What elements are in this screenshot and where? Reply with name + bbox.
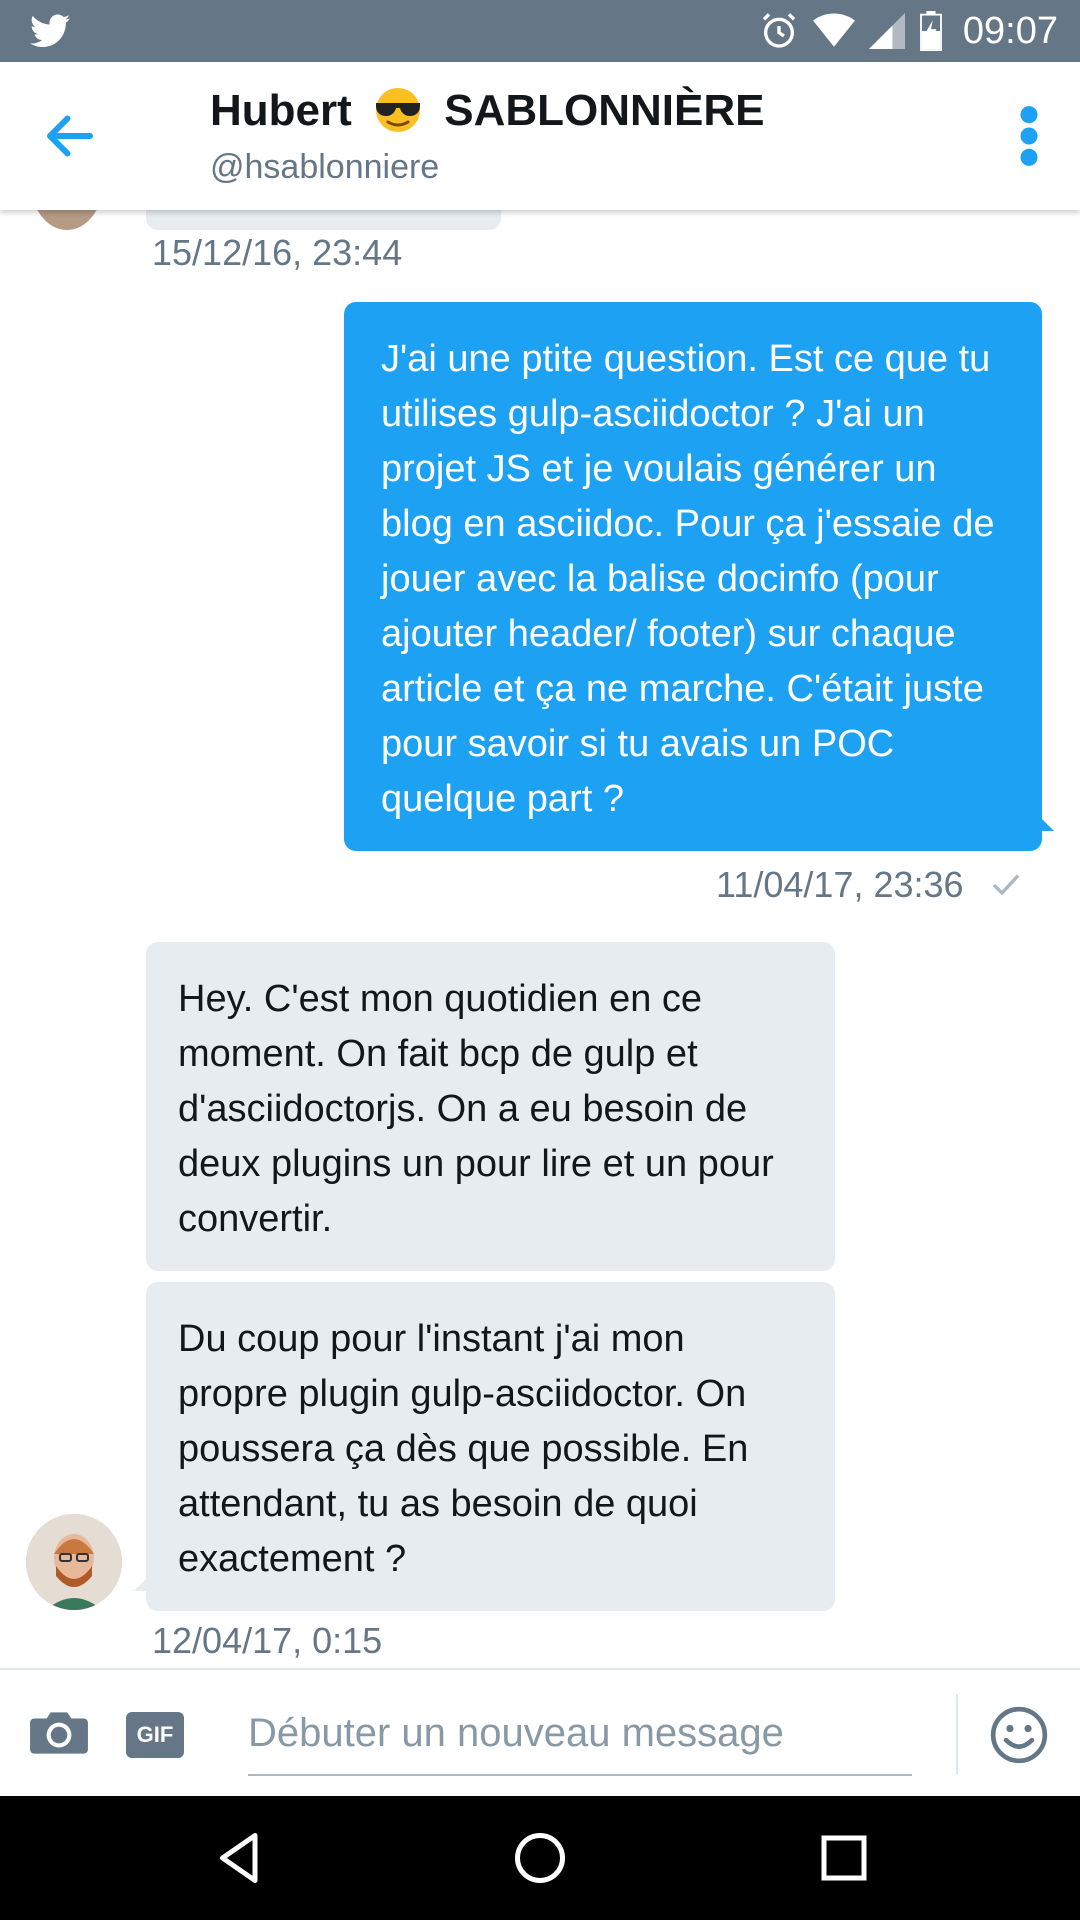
- incoming-timestamp: 12/04/17, 0:15: [152, 1620, 383, 1661]
- message-list[interactable]: 15/12/16, 23:44 J'ai une ptite question.…: [0, 210, 1080, 1668]
- avatar-photo-icon: [26, 1514, 122, 1610]
- twitter-bird-icon: [30, 14, 70, 47]
- outgoing-message-text: J'ai une ptite question. Est ce que tu u…: [381, 338, 995, 820]
- incoming-message-bubble[interactable]: Du coup pour l'instant j'ai mon propre p…: [134, 1282, 835, 1611]
- contact-name: Hubert SABLONNIÈRE: [210, 86, 765, 136]
- alarm-icon: [762, 13, 796, 48]
- dm-conversation-screen: 09:07 Hubert SABLONNIÈRE @hsablonniere 1…: [0, 0, 1080, 1920]
- message-composer: GIF: [0, 1668, 1080, 1796]
- signal-icon: [868, 13, 905, 49]
- status-bar: 09:07: [0, 0, 1080, 62]
- wifi-icon: [812, 13, 855, 47]
- gif-button[interactable]: GIF: [126, 1712, 184, 1758]
- android-navigation-bar: [0, 1796, 1080, 1920]
- camera-icon[interactable]: [28, 1708, 90, 1758]
- nav-home-icon[interactable]: [510, 1828, 570, 1888]
- contact-first-name: Hubert: [210, 86, 352, 135]
- contact-handle: @hsablonniere: [210, 148, 440, 186]
- nav-back-icon[interactable]: [210, 1828, 270, 1888]
- battery-charging-icon: [919, 11, 942, 51]
- outgoing-message-bubble[interactable]: J'ai une ptite question. Est ce que tu u…: [344, 302, 1054, 851]
- message-timestamp: 15/12/16, 23:44: [152, 232, 403, 273]
- avatar-partial: [30, 210, 104, 230]
- nav-recents-icon[interactable]: [814, 1828, 874, 1888]
- message-input[interactable]: [248, 1692, 912, 1776]
- outgoing-timestamp: 11/04/17, 23:36: [716, 864, 1022, 906]
- composer-divider: [956, 1694, 958, 1774]
- sunglasses-emoji-icon: [376, 88, 421, 132]
- bubble-tail: [1032, 809, 1054, 831]
- more-options-icon[interactable]: [1014, 104, 1044, 168]
- incoming-message-text: Du coup pour l'instant j'ai mon propre p…: [178, 1318, 749, 1580]
- conversation-header: Hubert SABLONNIÈRE @hsablonniere: [0, 62, 1080, 210]
- contact-last-name: SABLONNIÈRE: [444, 86, 765, 135]
- incoming-message-bubble[interactable]: Hey. C'est mon quotidien en ce moment. O…: [146, 942, 835, 1271]
- message-bubble-partial: [146, 210, 501, 230]
- emoji-icon[interactable]: [988, 1704, 1050, 1766]
- contact-avatar[interactable]: [26, 1514, 122, 1610]
- outgoing-timestamp-text: 11/04/17, 23:36: [716, 864, 964, 905]
- sent-check-icon: [992, 874, 1019, 896]
- back-arrow-icon[interactable]: [40, 106, 100, 166]
- bubble-tail: [134, 1569, 156, 1591]
- incoming-message-text: Hey. C'est mon quotidien en ce moment. O…: [178, 978, 774, 1240]
- status-clock: 09:07: [962, 9, 1058, 52]
